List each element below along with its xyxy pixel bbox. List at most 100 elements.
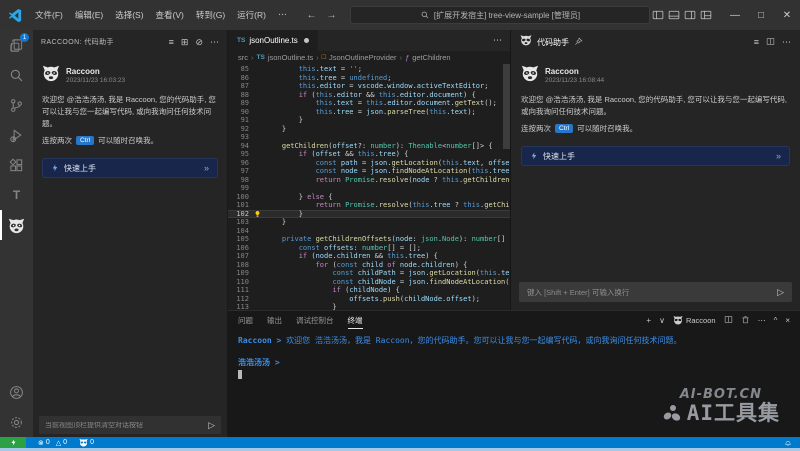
toggle-panel-icon[interactable]: [668, 9, 680, 21]
assistant-more-icon[interactable]: ⋯: [782, 38, 791, 47]
split-editor-icon[interactable]: [766, 37, 775, 48]
code-line[interactable]: 113 }: [228, 303, 510, 310]
code-line[interactable]: 87 this.editor = vscode.window.activeTex…: [228, 82, 510, 91]
scrollbar-thumb[interactable]: [503, 64, 510, 149]
settings-gear-icon[interactable]: [0, 407, 33, 437]
collapse-icon[interactable]: ≡: [169, 38, 174, 47]
tab-more-icon[interactable]: ⋯: [485, 30, 510, 51]
code-line[interactable]: 94 getChildren(offset?: number): Thenabl…: [228, 142, 510, 151]
split-terminal-icon[interactable]: [724, 315, 733, 326]
code-line[interactable]: 96 const path = json.getLocation(this.te…: [228, 159, 510, 168]
code-line[interactable]: 104: [228, 227, 510, 236]
panel-maximize-icon[interactable]: ^: [774, 316, 778, 325]
editor-tab-bar: TS jsonOutline.ts ⋯: [228, 30, 510, 51]
code-editor[interactable]: 85 this.text = '';86 this.tree = undefin…: [228, 64, 510, 310]
extensions-icon[interactable]: [0, 150, 33, 180]
more-actions-icon[interactable]: ⋯: [210, 38, 219, 47]
code-line[interactable]: 108 for (const child of node.children) {: [228, 261, 510, 270]
menu-goto[interactable]: 转到(G): [190, 9, 231, 21]
tree-view-sample-icon[interactable]: T: [0, 180, 33, 210]
raccoon-status[interactable]: 0: [79, 438, 94, 447]
maximize-button[interactable]: □: [748, 0, 774, 30]
code-line[interactable]: 88 if (this.editor && this.editor.docume…: [228, 91, 510, 100]
code-line[interactable]: 109 const childPath = json.getLocation(t…: [228, 269, 510, 278]
tab-terminal[interactable]: 终端: [348, 311, 363, 329]
close-button[interactable]: ✕: [774, 0, 800, 30]
source-control-icon[interactable]: [0, 90, 33, 120]
code-line[interactable]: 112 offsets.push(childNode.offset);: [228, 295, 510, 304]
toggle-secondary-sidebar-icon[interactable]: [684, 9, 696, 21]
menu-run[interactable]: 运行(R): [231, 9, 272, 21]
menu-edit[interactable]: 编辑(E): [69, 9, 109, 21]
sidebar-chat-input[interactable]: [45, 422, 204, 429]
minimize-button[interactable]: —: [722, 0, 748, 30]
menu-view[interactable]: 查看(V): [150, 9, 190, 21]
quickstart-button[interactable]: 快速上手 »: [42, 158, 218, 178]
code-line[interactable]: 98 return Promise.resolve(node ? this.ge…: [228, 176, 510, 185]
terminal-instance[interactable]: Raccoon: [673, 315, 716, 325]
code-line[interactable]: 110 const childNode = json.findNodeAtLoc…: [228, 278, 510, 287]
lightbulb-icon: [254, 210, 265, 219]
code-line[interactable]: 105 private getChildrenOffsets(node: jso…: [228, 235, 510, 244]
search-view-icon[interactable]: [0, 60, 33, 90]
code-line[interactable]: 97 const node = json.findNodeAtLocation(…: [228, 167, 510, 176]
bell-icon[interactable]: [784, 439, 792, 447]
terminal[interactable]: Raccoon > 欢迎您 浩浩汤汤，我是 Raccoon，您的代码助手。您可以…: [228, 329, 800, 437]
editor-scrollbar[interactable]: [503, 64, 510, 310]
code-line[interactable]: 85 this.text = '';: [228, 65, 510, 74]
run-debug-icon[interactable]: [0, 120, 33, 150]
problems-status[interactable]: ⊗0 △0: [38, 439, 67, 447]
raccoon-view-icon[interactable]: [0, 210, 33, 240]
send-icon[interactable]: ▷: [777, 287, 784, 298]
code-line[interactable]: 86 this.tree = undefined;: [228, 74, 510, 83]
quickstart-button[interactable]: 快速上手 »: [521, 146, 790, 166]
code-line[interactable]: 100 } else {: [228, 193, 510, 202]
breadcrumb-method[interactable]: getChildren: [412, 53, 450, 62]
pin-icon[interactable]: [574, 33, 583, 51]
new-terminal-icon[interactable]: +: [646, 316, 651, 325]
code-line[interactable]: 103 }: [228, 218, 510, 227]
assistant-tab-label[interactable]: 代码助手: [537, 37, 569, 48]
remote-indicator[interactable]: [0, 437, 26, 448]
nav-back-icon[interactable]: ←: [306, 10, 316, 21]
code-line[interactable]: 90 this.tree = json.parseTree(this.text)…: [228, 108, 510, 117]
customize-layout-icon[interactable]: [700, 9, 712, 21]
modified-dot-icon[interactable]: [304, 38, 309, 43]
menu-file[interactable]: 文件(F): [29, 9, 69, 21]
nav-forward-icon[interactable]: →: [326, 10, 336, 21]
code-line[interactable]: 99: [228, 184, 510, 193]
code-line[interactable]: 111 if (childNode) {: [228, 286, 510, 295]
kill-terminal-icon[interactable]: [741, 315, 750, 326]
welcome-message: 欢迎您 @浩浩汤汤, 我是 Raccoon, 您的代码助手, 您可以让我与您一起…: [42, 94, 218, 130]
breadcrumb-src[interactable]: src: [238, 53, 248, 62]
accounts-icon[interactable]: [0, 377, 33, 407]
code-line[interactable]: 91 }: [228, 116, 510, 125]
menu-more[interactable]: ⋯: [272, 9, 293, 21]
assistant-chat-input[interactable]: [527, 288, 773, 297]
breadcrumb-class[interactable]: JsonOutlineProvider: [329, 53, 397, 62]
tab-debug-console[interactable]: 调试控制台: [296, 311, 334, 329]
send-icon[interactable]: ▷: [208, 420, 215, 431]
code-line[interactable]: 101 return Promise.resolve(this.tree ? t…: [228, 201, 510, 210]
new-chat-icon[interactable]: ⊞: [181, 38, 189, 47]
code-line[interactable]: 92 }: [228, 125, 510, 134]
tab-jsonoutline[interactable]: TS jsonOutline.ts: [228, 30, 318, 51]
code-line[interactable]: 107 if (node.children && this.tree) {: [228, 252, 510, 261]
command-center-search[interactable]: [扩展开发宿主] tree-view-sample [管理员]: [350, 6, 650, 24]
code-line[interactable]: 106 const offsets: number[] = [];: [228, 244, 510, 253]
menu-selection[interactable]: 选择(S): [109, 9, 149, 21]
toggle-sidebar-icon[interactable]: [652, 9, 664, 21]
disable-icon[interactable]: ⊘: [195, 38, 203, 47]
panel-more-icon[interactable]: ⋯: [758, 316, 766, 325]
breadcrumb-file[interactable]: jsonOutline.ts: [268, 53, 313, 62]
panel-close-icon[interactable]: ×: [785, 316, 790, 325]
assistant-menu-icon[interactable]: ≡: [754, 38, 759, 47]
tab-problems[interactable]: 问题: [238, 311, 253, 329]
terminal-dropdown-icon[interactable]: ∨: [659, 316, 665, 325]
code-line[interactable]: 95 if (offset && this.tree) {: [228, 150, 510, 159]
explorer-icon[interactable]: 1: [0, 30, 33, 60]
code-line[interactable]: 89 this.text = this.editor.document.getT…: [228, 99, 510, 108]
code-line[interactable]: 93: [228, 133, 510, 142]
code-line[interactable]: 102 }: [228, 210, 510, 219]
tab-output[interactable]: 输出: [267, 311, 282, 329]
